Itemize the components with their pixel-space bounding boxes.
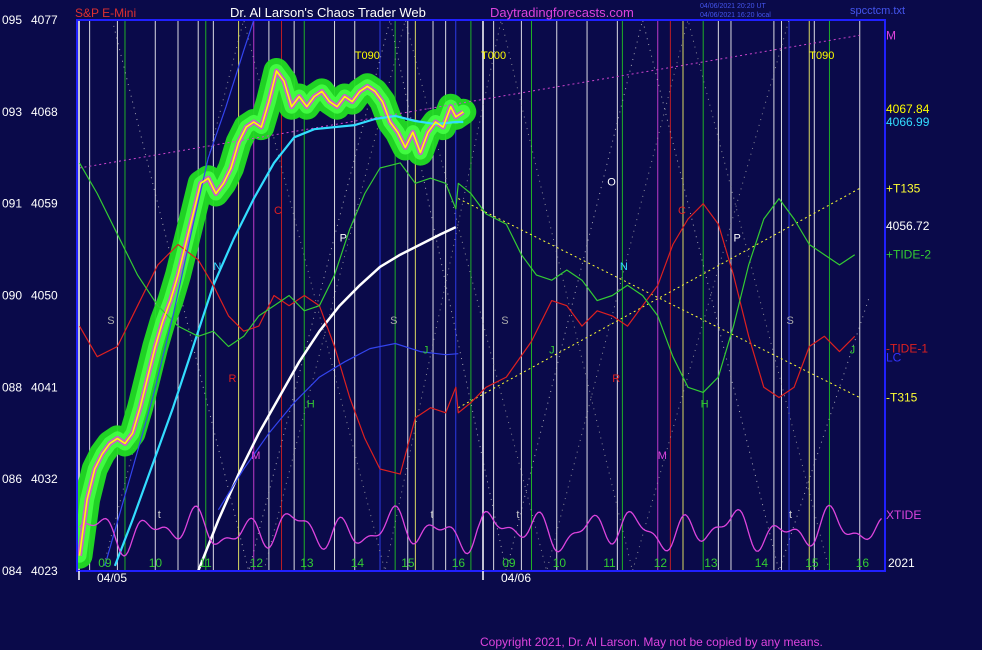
- y-tick-price: 4059: [31, 197, 58, 211]
- right-label: 4067.84: [886, 102, 930, 116]
- annotation-c: C: [274, 205, 282, 217]
- file-name: spcctcm.txt: [850, 5, 905, 17]
- annotation-n: N: [620, 261, 628, 273]
- annotation-s: S: [501, 315, 508, 327]
- right-label: +TIDE-2: [886, 248, 931, 262]
- x-tick-label: 09: [98, 556, 112, 570]
- annotation-t: t: [516, 509, 519, 521]
- y-tick-code: 090: [2, 289, 22, 303]
- y-tick-price: 4023: [31, 564, 58, 578]
- annotation-r: R: [612, 373, 620, 385]
- annotation-p: P: [734, 232, 741, 244]
- x-tick-label: 10: [149, 556, 163, 570]
- y-tick-code: 095: [2, 13, 22, 27]
- x-tick-label: 15: [805, 556, 819, 570]
- annotation-r: R: [229, 373, 237, 385]
- annotation-t000: T000: [481, 50, 506, 62]
- y-tick-price: 4032: [31, 472, 58, 486]
- right-label: -T315: [886, 391, 918, 405]
- annotation-p: P: [340, 232, 347, 244]
- annotation-m: M: [251, 450, 260, 462]
- copyright-notice: Copyright 2021, Dr. Al Larson. May not b…: [480, 635, 823, 649]
- right-label: 4056.72: [886, 219, 930, 233]
- x-tick-label: 11: [199, 556, 212, 570]
- x-tick-label: 13: [704, 556, 718, 570]
- x-tick-label: 12: [250, 556, 264, 570]
- x-tick-label: 13: [300, 556, 314, 570]
- timestamp-local: 04/06/2021 16:20 local: [700, 12, 771, 19]
- annotation-t090: T090: [355, 50, 380, 62]
- x-tick-label: 14: [755, 556, 769, 570]
- y-tick-code: 093: [2, 105, 22, 119]
- date-label: 04/05: [97, 571, 127, 585]
- date-label: 04/06: [501, 571, 531, 585]
- right-label: M: [886, 28, 896, 42]
- annotation-s: S: [787, 315, 794, 327]
- annotation-t: t: [431, 509, 434, 521]
- timestamp-ut: 04/06/2021 20:20 UT: [700, 3, 766, 10]
- annotation-t090: T090: [809, 50, 834, 62]
- right-label: 4066.99: [886, 115, 930, 129]
- annotation-o: O: [607, 176, 616, 188]
- right-label: LC: [886, 351, 902, 365]
- annotation-t: t: [158, 509, 161, 521]
- chaos-trader-chart: T090 T000 T090 O C C P P N N S S S S J J J R R H H M Mt t t t 095…: [0, 0, 982, 650]
- x-tick-label: 12: [654, 556, 668, 570]
- x-tick-label: 10: [553, 556, 567, 570]
- year-label: 2021: [888, 556, 915, 570]
- y-tick-price: 4050: [31, 289, 58, 303]
- chart-background: [0, 0, 982, 650]
- y-tick-code: 088: [2, 380, 22, 394]
- annotation-j: J: [423, 345, 429, 357]
- symbol-title: S&P E-Mini: [75, 6, 136, 20]
- site-title: Dr. Al Larson's Chaos Trader Web: [230, 5, 426, 20]
- annotation-s: S: [107, 315, 114, 327]
- y-tick-code: 084: [2, 564, 22, 578]
- x-tick-label: 11: [603, 556, 616, 570]
- x-tick-label: 09: [502, 556, 516, 570]
- y-tick-code: 091: [2, 197, 22, 211]
- y-tick-price: 4068: [31, 105, 58, 119]
- annotation-m: M: [658, 450, 667, 462]
- x-tick-label: 14: [351, 556, 365, 570]
- y-tick-code: 086: [2, 472, 22, 486]
- annotation-t: t: [789, 509, 792, 521]
- right-label: XTIDE: [886, 508, 921, 522]
- annotation-j: J: [549, 345, 555, 357]
- right-label: +T135: [886, 181, 921, 195]
- y-tick-price: 4077: [31, 13, 58, 27]
- x-tick-label: 15: [401, 556, 415, 570]
- annotation-j: J: [850, 345, 856, 357]
- x-tick-label: 16: [452, 556, 466, 570]
- y-tick-price: 4041: [31, 380, 58, 394]
- annotation-s: S: [390, 315, 397, 327]
- site-url: Daytradingforecasts.com: [490, 5, 634, 20]
- annotation-h: H: [701, 399, 709, 411]
- annotation-h: H: [307, 399, 315, 411]
- annotation-c: C: [678, 205, 686, 217]
- x-tick-label: 16: [856, 556, 870, 570]
- annotation-n: N: [213, 261, 221, 273]
